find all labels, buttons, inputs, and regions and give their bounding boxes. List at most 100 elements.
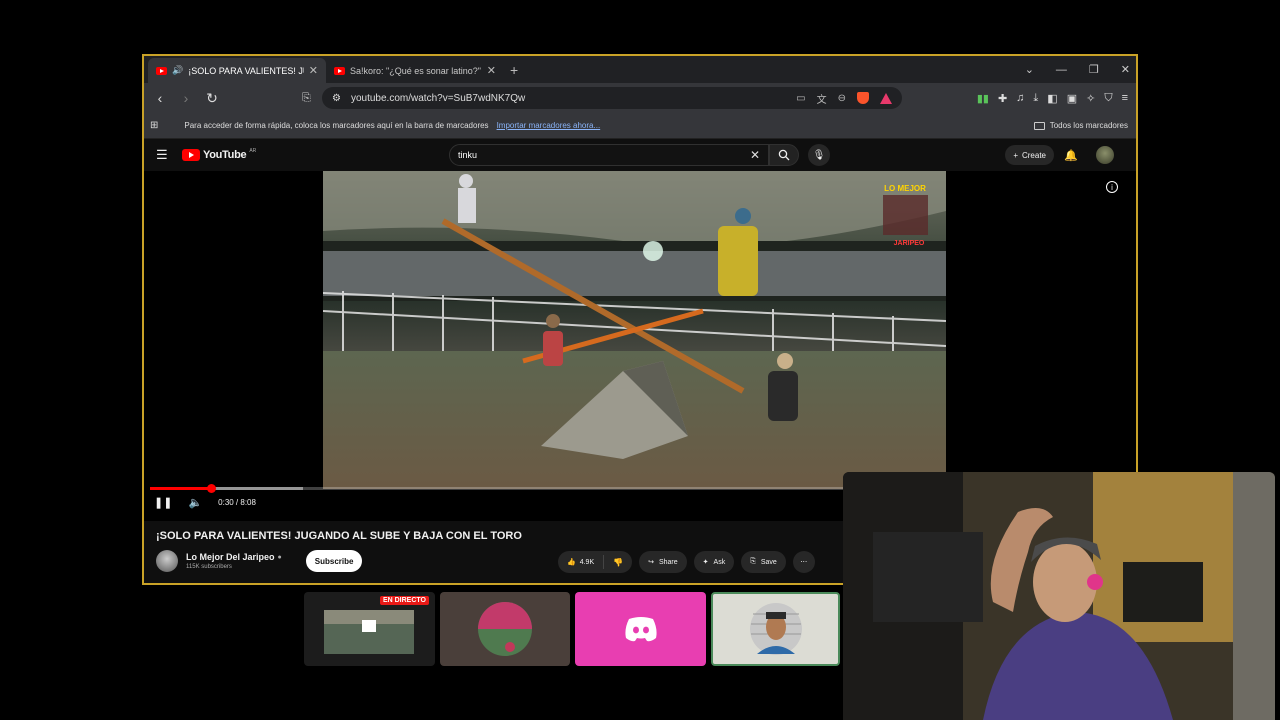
youtube-favicon-icon (156, 66, 167, 75)
youtube-header: ☰ YouTube AR tinku ✕ 🎙 + Create 🔔 (144, 139, 1136, 171)
search-icon (778, 149, 790, 161)
volume-icon[interactable]: 🔈 (188, 496, 202, 509)
share-button[interactable]: ↪ Share (639, 551, 687, 573)
leo-ai-icon[interactable]: ✧ (1086, 92, 1095, 105)
tab-search-chevron-icon[interactable]: ⌄ (1025, 63, 1034, 76)
downloads-icon[interactable]: ⤓ (1033, 92, 1038, 105)
channel-info: Lo Mejor Del Jaripeo ● 115K subscribers (186, 552, 282, 570)
all-bookmarks-label: Todos los marcadores (1049, 121, 1128, 130)
search-query[interactable]: tinku (458, 150, 477, 160)
video-actions: 👍 4.9K 👎 ↪ Share ✦ Ask ⎘ Save ⋯ (558, 551, 815, 573)
all-bookmarks-button[interactable]: Todos los marcadores (1033, 121, 1128, 130)
apps-grid-icon[interactable]: ⊞ (150, 120, 158, 131)
plus-icon: + (1013, 150, 1018, 160)
video-frame[interactable]: LO MEJOR JARIPEO (323, 171, 946, 489)
create-label: Create (1021, 150, 1046, 160)
close-window-icon[interactable]: ✕ (1121, 63, 1130, 76)
site-info-icon[interactable]: ⚙ (332, 93, 341, 104)
menu-icon[interactable]: ≡ (1122, 92, 1128, 104)
bookmark-icon[interactable]: ⎘ (302, 92, 311, 105)
share-icon: ↪ (648, 559, 654, 566)
extension-icons: ▮▮ ✚ ♫ ⤓ ◧ ▣ ✧ ⛉ ≡ (977, 92, 1128, 105)
tab-youtube-video[interactable]: 🔊 ¡SOLO PARA VALIENTES! JUGA ✕ (148, 58, 326, 83)
sparkle-icon: ✦ (702, 559, 709, 566)
dislike-button[interactable]: 👎 (604, 558, 632, 567)
browser-toolbar: ‹ › ↻ ⎘ ⚙ youtube.com/watch?v=SuB7wdNK7Q… (144, 83, 1136, 113)
like-button[interactable]: 👍 4.9K (558, 555, 605, 569)
window-controls: ⌄ — ❐ ✕ (1025, 56, 1130, 83)
address-bar[interactable]: ⚙ youtube.com/watch?v=SuB7wdNK7Qw ▭ 文 ⊖ (322, 87, 902, 109)
scrubber-knob[interactable] (206, 484, 216, 493)
like-count: 4.9K (579, 558, 595, 566)
cast-icon[interactable]: ▭ (796, 93, 805, 104)
time-display: 0:30 / 8:08 (218, 498, 256, 507)
video-content-image: LO MEJOR JARIPEO (323, 171, 946, 489)
discord-logo-icon (624, 617, 657, 642)
stream-overlay-thumbnail-discord (575, 592, 706, 666)
bookmarks-hint: Para acceder de forma rápida, coloca los… (184, 121, 489, 130)
ask-label: Ask (713, 558, 726, 566)
translate-icon[interactable]: 文 (817, 91, 827, 106)
bookmarks-bar: ⊞ Para acceder de forma rápida, coloca l… (144, 113, 1136, 139)
more-actions-button[interactable]: ⋯ (792, 551, 815, 573)
tab-strip: 🔊 ¡SOLO PARA VALIENTES! JUGA ✕ Sa!koro: … (144, 56, 1136, 83)
channel-avatar[interactable] (156, 550, 178, 572)
webcam-overlay (843, 472, 1275, 720)
webcam-feed-image (843, 472, 1275, 720)
subscribe-button[interactable]: Subscribe (305, 550, 363, 572)
like-dislike-group: 👍 4.9K 👎 (558, 551, 633, 573)
thumbs-down-icon: 👎 (613, 557, 624, 567)
youtube-logo-text: YouTube (203, 149, 247, 161)
brave-shield-icon[interactable] (857, 92, 869, 104)
pause-icon[interactable]: ❚❚ (154, 496, 172, 509)
search-input[interactable]: tinku ✕ (449, 144, 769, 166)
equalizer-extension-icon[interactable]: ▮▮ (977, 92, 989, 105)
zoom-icon[interactable]: ⊖ (838, 93, 846, 104)
restore-icon[interactable]: ❐ (1089, 63, 1099, 76)
svg-text:LO MEJOR: LO MEJOR (884, 184, 926, 193)
wallet-icon[interactable]: ▣ (1067, 92, 1077, 105)
ask-button[interactable]: ✦ Ask (693, 551, 735, 573)
thumbs-up-icon: 👍 (567, 559, 576, 566)
subscriber-count: 115K subscribers (186, 564, 232, 570)
media-controls-icon[interactable]: ♫ (1016, 92, 1024, 104)
tab-title: ¡SOLO PARA VALIENTES! JUGA (188, 65, 304, 76)
sidebar-icon[interactable]: ◧ (1047, 92, 1057, 105)
video-title: ¡SOLO PARA VALIENTES! JUGANDO AL SUBE Y … (156, 530, 522, 542)
youtube-region-code: AR (249, 148, 257, 154)
speaker-icon[interactable]: 🔊 (172, 65, 183, 76)
guide-menu-icon[interactable]: ☰ (156, 147, 168, 163)
live-badge: EN DIRECTO (379, 596, 429, 605)
create-button[interactable]: + Create (1005, 145, 1054, 165)
account-avatar[interactable] (1096, 146, 1114, 164)
forward-icon[interactable]: › (176, 90, 196, 106)
back-icon[interactable]: ‹ (150, 90, 170, 106)
omnibox-icons: ▭ 文 ⊖ (796, 91, 892, 106)
voice-search-button[interactable]: 🎙 (808, 144, 830, 166)
close-tab-icon[interactable]: ✕ (309, 64, 318, 77)
folder-icon (1033, 121, 1045, 130)
brave-rewards-icon[interactable] (880, 92, 892, 104)
info-icon[interactable]: i (1106, 181, 1118, 193)
reload-icon[interactable]: ↻ (202, 90, 222, 107)
extensions-puzzle-icon[interactable]: ✚ (998, 92, 1007, 105)
bookmark-save-icon: ⎘ (750, 558, 756, 565)
youtube-logo[interactable]: YouTube AR (182, 148, 257, 161)
notifications-bell-icon[interactable]: 🔔 (1064, 149, 1078, 162)
minimize-icon[interactable]: — (1056, 64, 1067, 76)
clear-search-icon[interactable]: ✕ (750, 148, 760, 162)
channel-name[interactable]: Lo Mejor Del Jaripeo (186, 552, 275, 562)
vpn-icon[interactable]: ⛉ (1104, 92, 1112, 105)
new-tab-icon[interactable]: + (510, 58, 518, 83)
search-button[interactable] (769, 144, 799, 166)
player-controls: ❚❚ 🔈 0:30 / 8:08 (154, 496, 256, 509)
save-button[interactable]: ⎘ Save (741, 551, 786, 573)
video-player[interactable]: LO MEJOR JARIPEO i ❚❚ 🔈 0:30 / 8:08 (144, 171, 1136, 521)
import-bookmarks-link[interactable]: Importar marcadores ahora... (497, 121, 601, 130)
tab-title: Sa!koro: "¿Qué es sonar latino?" | Ent (350, 65, 482, 76)
tab-sakoro[interactable]: Sa!koro: "¿Qué es sonar latino?" | Ent ✕ (326, 58, 504, 83)
more-icon: ⋯ (800, 559, 808, 566)
url-text[interactable]: youtube.com/watch?v=SuB7wdNK7Qw (351, 93, 525, 104)
close-tab-icon[interactable]: ✕ (487, 64, 496, 77)
audio-avatar-image (478, 602, 532, 656)
